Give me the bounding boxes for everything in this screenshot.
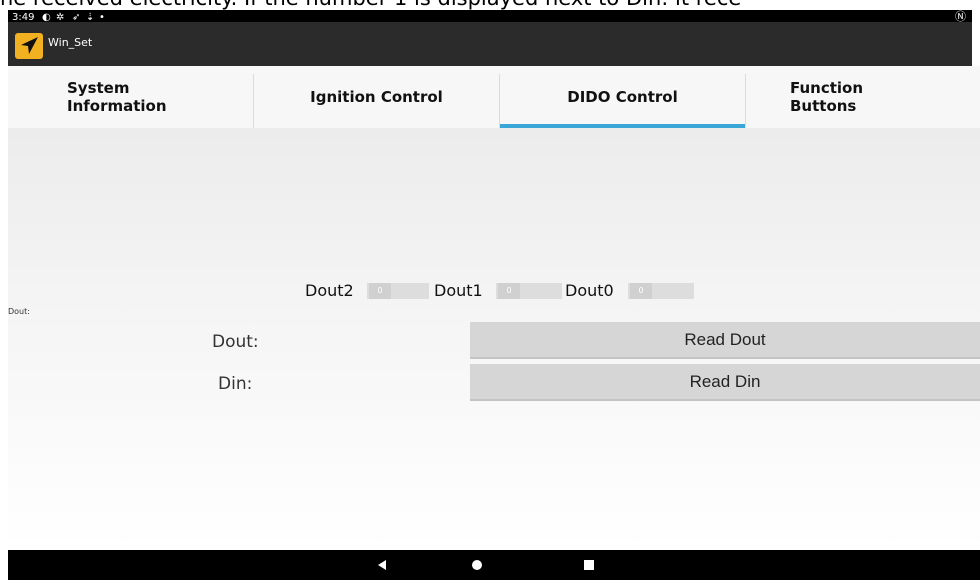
dout-row-label: Dout: [212, 332, 259, 352]
dout-caption: Dout: [8, 307, 30, 316]
dout0-label: Dout0 [565, 281, 614, 300]
tab-label: System Information [67, 79, 167, 115]
dout1-label: Dout1 [434, 281, 483, 300]
read-dout-button[interactable]: Read Dout [470, 322, 980, 359]
read-din-button[interactable]: Read Din [470, 364, 980, 401]
tab-label: Function Buttons [790, 79, 864, 115]
din-row-label: Din: [218, 374, 253, 394]
tab-label: Ignition Control [310, 88, 443, 106]
dout0-value: 0 [630, 283, 652, 299]
navigation-arrow-icon [15, 33, 43, 59]
app-title: Win_Set [48, 36, 93, 49]
tab-function-buttons[interactable]: Function Buttons [790, 66, 940, 128]
dout1-value: 0 [498, 283, 520, 299]
tab-dido-control[interactable]: DIDO Control [500, 66, 745, 128]
navigation-bar [8, 550, 980, 580]
tab-ignition-control[interactable]: Ignition Control [254, 66, 499, 128]
tab-system-information[interactable]: System Information [67, 66, 247, 128]
tab-label: DIDO Control [567, 88, 678, 106]
home-icon[interactable] [471, 559, 483, 571]
back-icon[interactable] [376, 559, 388, 571]
dout2-label: Dout2 [305, 281, 354, 300]
recents-icon[interactable] [583, 559, 595, 571]
tab-divider [745, 74, 746, 130]
tab-bar: System Information Ignition Control DIDO… [8, 66, 980, 130]
app-bar: Win_Set [8, 22, 972, 66]
dout2-value: 0 [369, 283, 391, 299]
overlay-caption: he received electricity. If the number 1… [0, 0, 980, 10]
